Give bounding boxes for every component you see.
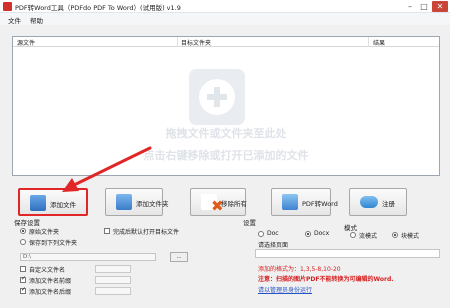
suffix-field[interactable] xyxy=(95,287,131,295)
menu-help[interactable]: 帮助 xyxy=(30,15,43,25)
settings-title: 设置 xyxy=(243,219,256,227)
drop-plus-icon xyxy=(189,69,245,125)
pages-input[interactable] xyxy=(255,249,440,258)
prefix-checkbox[interactable] xyxy=(20,275,26,283)
original-folder-label: 原始文件夹 xyxy=(29,229,60,236)
column-divider xyxy=(368,37,369,47)
radio-custom-folder[interactable] xyxy=(20,239,26,245)
radio-block-mode[interactable] xyxy=(392,232,398,238)
output-path-field[interactable]: D:\ xyxy=(20,253,156,261)
scan-warning-note: 注意：扫描的图片PDF不能转换为可编辑的Word. xyxy=(258,276,394,283)
block-mode-label: 块模式 xyxy=(401,233,420,240)
menu-file[interactable]: 文件 xyxy=(8,15,21,25)
drop-hint: 拖拽文件或文件夹至此处 xyxy=(165,127,287,140)
convert-label: PDF转Word xyxy=(302,200,338,208)
doc-label: Doc xyxy=(267,230,279,237)
radio-flow-mode[interactable] xyxy=(350,232,356,238)
save-settings-title: 保存设置 xyxy=(14,219,40,227)
radio-original-folder[interactable] xyxy=(20,228,26,234)
column-result[interactable]: 结果 xyxy=(373,38,385,47)
register-icon xyxy=(360,196,378,208)
minimize-button[interactable]: – xyxy=(404,1,416,12)
open-after-checkbox[interactable] xyxy=(104,228,110,234)
pages-label: 请选择页面 xyxy=(258,242,289,249)
remove-all-button[interactable]: ✖ 移除所有 xyxy=(190,188,247,216)
add-file-label: 添加文件 xyxy=(50,201,76,209)
add-folder-button[interactable]: 添加文件夹 xyxy=(105,188,169,216)
custom-name-label: 自定义文件名 xyxy=(29,267,66,274)
remove-all-label: 移除所有 xyxy=(221,200,247,208)
register-label: 注册 xyxy=(382,200,395,208)
open-after-label: 完成后默认打开目标文件 xyxy=(113,229,180,236)
window-title: PDF转Word工具（PDFdo PDF To Word）(试用版) v1.9 xyxy=(15,4,181,12)
custom-folder-label: 保存到下列文件夹 xyxy=(29,240,78,247)
run-as-admin-link[interactable]: 请以管理员身份运行 xyxy=(258,285,312,294)
convert-icon xyxy=(282,194,298,210)
format-example-note: 添加的格式为：1,3,5-8,10-20 xyxy=(258,266,341,273)
register-button[interactable]: 注册 xyxy=(349,188,407,216)
add-file-icon xyxy=(30,195,46,211)
prefix-field[interactable] xyxy=(95,276,131,284)
close-button[interactable]: ✕ xyxy=(432,1,448,12)
column-divider xyxy=(177,37,178,47)
prefix-label: 添加文件名前缀 xyxy=(29,278,72,285)
mode-title: 模式 xyxy=(344,224,357,232)
title-bar: PDF转Word工具（PDFdo PDF To Word）(试用版) v1.9 … xyxy=(0,0,450,13)
radio-doc[interactable] xyxy=(258,231,264,237)
column-target-folder[interactable]: 目标文件夹 xyxy=(181,38,211,47)
add-folder-label: 添加文件夹 xyxy=(136,200,169,208)
browse-button[interactable]: ... xyxy=(170,252,188,262)
maximize-button[interactable]: □ xyxy=(418,1,430,12)
suffix-checkbox[interactable] xyxy=(20,286,26,294)
file-list[interactable]: 源文件 目标文件夹 结果 拖拽文件或文件夹至此处 点击右键移除或打开已添加的文件 xyxy=(12,36,440,176)
add-file-button[interactable]: 添加文件 xyxy=(18,188,88,216)
suffix-label: 添加文件名后缀 xyxy=(29,289,72,296)
custom-name-field[interactable] xyxy=(95,265,131,273)
app-logo-icon xyxy=(3,2,12,11)
flow-mode-label: 流模式 xyxy=(359,233,378,240)
menu-bar: 文件 帮助 xyxy=(0,13,450,25)
drop-hint-secondary: 点击右键移除或打开已添加的文件 xyxy=(143,149,309,162)
convert-button[interactable]: PDF转Word xyxy=(271,188,338,216)
column-source-file[interactable]: 源文件 xyxy=(17,38,35,47)
docx-label: Docx xyxy=(314,230,330,237)
add-folder-icon xyxy=(116,194,132,210)
radio-docx[interactable] xyxy=(305,231,311,237)
remove-icon: ✖ xyxy=(201,194,224,215)
custom-name-checkbox[interactable] xyxy=(20,266,26,272)
file-list-header: 源文件 目标文件夹 结果 xyxy=(13,37,439,47)
